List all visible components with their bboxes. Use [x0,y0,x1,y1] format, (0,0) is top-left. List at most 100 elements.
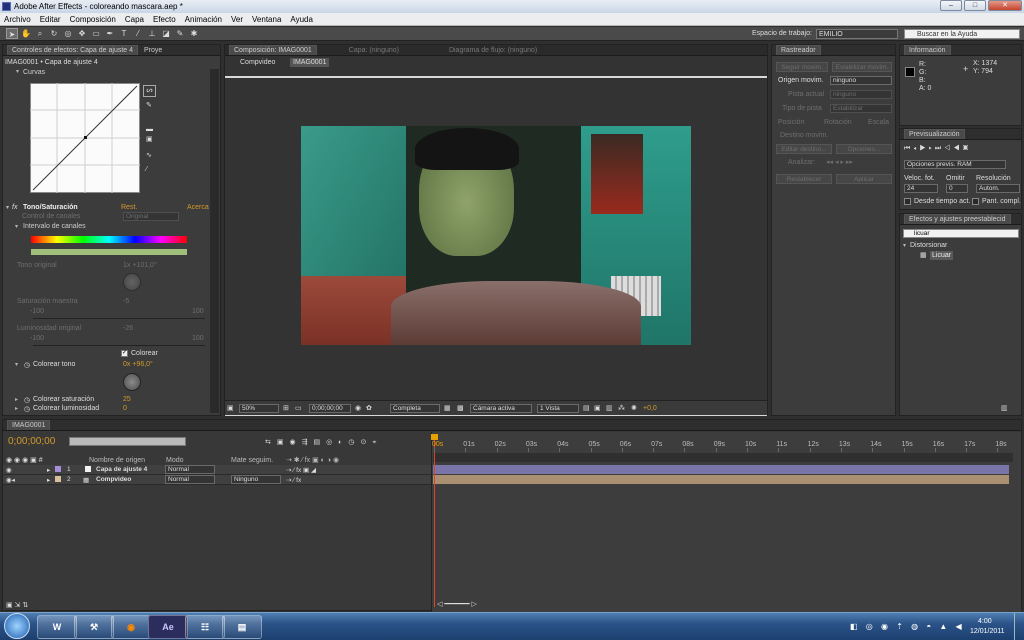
curve-smooth-icon[interactable]: ∿ [146,151,152,160]
current-track-select[interactable]: ninguno [830,90,892,99]
label-color-icon[interactable] [55,476,61,482]
layer-switches-icon[interactable]: ⇢ ⁄ fx [286,476,301,484]
layer-name[interactable]: Capa de ajuste 4 [96,466,147,473]
playback-controls-icon[interactable]: ⏮◂▶▸⏭◁◀▣ [904,144,971,153]
trash-icon[interactable]: ▥ [1001,404,1008,413]
taskbar-app5[interactable]: ☷ [185,615,225,639]
minimize-button[interactable]: – [940,0,962,11]
transparency-grid-icon[interactable]: ▩ [457,404,464,413]
snapshot-icon[interactable]: ◉ [355,404,361,413]
start-button[interactable] [4,613,30,639]
layer-name[interactable]: Compvideo [96,476,131,483]
layer-row[interactable]: ◉◂ ▸ 2 ▦ Compvideo Normal Ninguno ⇢ ⁄ fx [3,475,431,485]
tab-project[interactable]: Proye [144,47,162,54]
tab-layer[interactable]: Capa: (ninguno) [349,47,399,54]
layer-bar-1[interactable] [433,465,1009,474]
view-layout-select[interactable]: 1 Vista [537,404,579,413]
curve-save-icon[interactable]: ▣ [146,135,153,144]
zoom-select[interactable]: 50% [239,404,279,413]
menu-archivo[interactable]: Archivo [4,13,31,25]
layer-row[interactable]: ◉ ▸ 1 Capa de ajuste 4 Normal ⇢ ⁄ fx ▣ ◢ [3,465,431,475]
huesat-about-link[interactable]: Acerca [187,203,209,212]
stopwatch-icon[interactable]: ◷ [24,405,30,414]
curve-open-icon[interactable]: ▬ [146,125,153,134]
fps-select[interactable]: 24 [904,184,938,193]
exposure-value[interactable]: +0,0 [643,404,657,413]
tab-tracker[interactable]: Rastreador [776,45,821,55]
camera-select[interactable]: Cámara activa [470,404,532,413]
menu-ventana[interactable]: Ventana [252,13,281,25]
edit-target-button[interactable]: Editar destino... [776,144,832,154]
colorize-hue-twirl-icon[interactable]: ▾ [15,361,18,370]
menu-composicion[interactable]: Composición [70,13,116,25]
options-button[interactable]: Opciones... [836,144,892,154]
tab-preview[interactable]: Previsualización [904,129,965,139]
show-desktop-button[interactable] [1014,613,1024,640]
menu-ayuda[interactable]: Ayuda [290,13,313,25]
workspace-select[interactable]: EMILIO [816,29,898,39]
timeline-bottom-icons[interactable]: ▣ ⇲ ⇅ [6,601,28,610]
curves-graph[interactable] [30,83,140,193]
curve-spline-icon[interactable]: ᔕ [143,85,156,97]
tray-icons[interactable]: ◧ ◎ ◉ ⇡ ◍ ◓ ▲ ◀ [850,622,965,631]
saturation-value[interactable]: -5 [123,297,129,306]
fx-icon[interactable]: fx [12,203,17,212]
resolution-select[interactable]: Completa [390,404,440,413]
timeline-switches-icon[interactable]: ⇆▣◉⇶▤◎◐◷⊙⌖ [265,438,382,447]
track-type-select[interactable]: Estabilizar [830,104,892,113]
clone-tool-icon[interactable]: ⊥ [146,28,158,39]
menu-ver[interactable]: Ver [231,13,243,25]
hand-tool-icon[interactable]: ✋ [20,28,32,39]
mask-visibility-icon[interactable]: ▭ [295,404,302,413]
selection-tool-icon[interactable]: ➤ [6,28,18,39]
rotation-checkbox[interactable]: Rotación [824,118,852,127]
stabilize-motion-button[interactable]: Estabilizar movim. [832,62,892,72]
crumb-imag0001[interactable]: IMAG0001 [290,58,330,67]
curves-twirl-icon[interactable]: ▾ [16,68,19,77]
ram-preview-options-select[interactable]: Opciones previs. RAM [904,160,1006,169]
category-distort[interactable]: Distorsionar [910,241,947,250]
mask-tool-icon[interactable]: ▭ [90,28,102,39]
region-icon[interactable]: ▦ [444,404,451,413]
apply-button[interactable]: Aplicar [836,174,892,184]
menu-capa[interactable]: Capa [125,13,144,25]
curve-pencil-icon[interactable]: ✎ [146,101,152,110]
effect-item-liquify[interactable]: Licuar [930,251,954,260]
position-checkbox[interactable]: Posición [778,118,804,127]
help-search-input[interactable]: Buscar en la Ayuda [904,29,1020,39]
exposure-icon[interactable]: ✺ [631,404,637,413]
pixel-aspect-icon[interactable]: ▤ [583,404,590,413]
pen-tool-icon[interactable]: ✒ [104,28,116,39]
motion-source-select[interactable]: ninguno [830,76,892,85]
tab-composition[interactable]: Composición: IMAG0001 [229,45,317,55]
close-button[interactable]: ✕ [988,0,1022,11]
scale-checkbox[interactable]: Escala [868,118,889,127]
taskbar-after-effects[interactable]: Ae [148,615,188,639]
timeline-timecode[interactable]: 0;00;00;00 [8,437,55,447]
hue-value[interactable]: 1x +101,0° [123,261,157,270]
zoom-slider-icon[interactable]: ◁ ━━━━━━ ▷ [437,600,477,609]
composition-viewer[interactable] [301,126,691,345]
taskbar-firefox[interactable]: ◉ [111,615,151,639]
colorize-hue-value[interactable]: 0x +96,0° [123,360,153,369]
brush-tool-icon[interactable]: ⁄ [132,28,144,39]
eye-icon[interactable]: ◉ [6,466,12,474]
channel-range-twirl-icon[interactable]: ▾ [15,223,18,232]
track-motion-button[interactable]: Seguir movim. [776,62,828,72]
effects-search-input[interactable]: licuar [903,229,1019,238]
crumb-compvideo[interactable]: Compvideo [240,58,275,67]
stopwatch-icon[interactable]: ◷ [24,361,30,370]
lightness-slider[interactable] [33,345,205,346]
saturation-slider[interactable] [33,318,205,319]
skip-select[interactable]: 0 [946,184,968,193]
camera-tool-icon[interactable]: ◎ [62,28,74,39]
hue-dial[interactable] [123,273,141,291]
reset-button[interactable]: Restablecer [776,174,832,184]
work-area-bar[interactable] [433,453,1013,462]
current-time-indicator[interactable] [434,437,435,607]
pan-behind-tool-icon[interactable]: ✥ [76,28,88,39]
analyze-controls-icon[interactable]: ◂◂ ◂ ▸ ▸▸ [826,158,853,167]
always-preview-icon[interactable]: ▣ [227,404,234,413]
fullscreen-checkbox[interactable] [972,198,979,205]
flowchart-icon[interactable]: ⁂ [618,404,625,413]
